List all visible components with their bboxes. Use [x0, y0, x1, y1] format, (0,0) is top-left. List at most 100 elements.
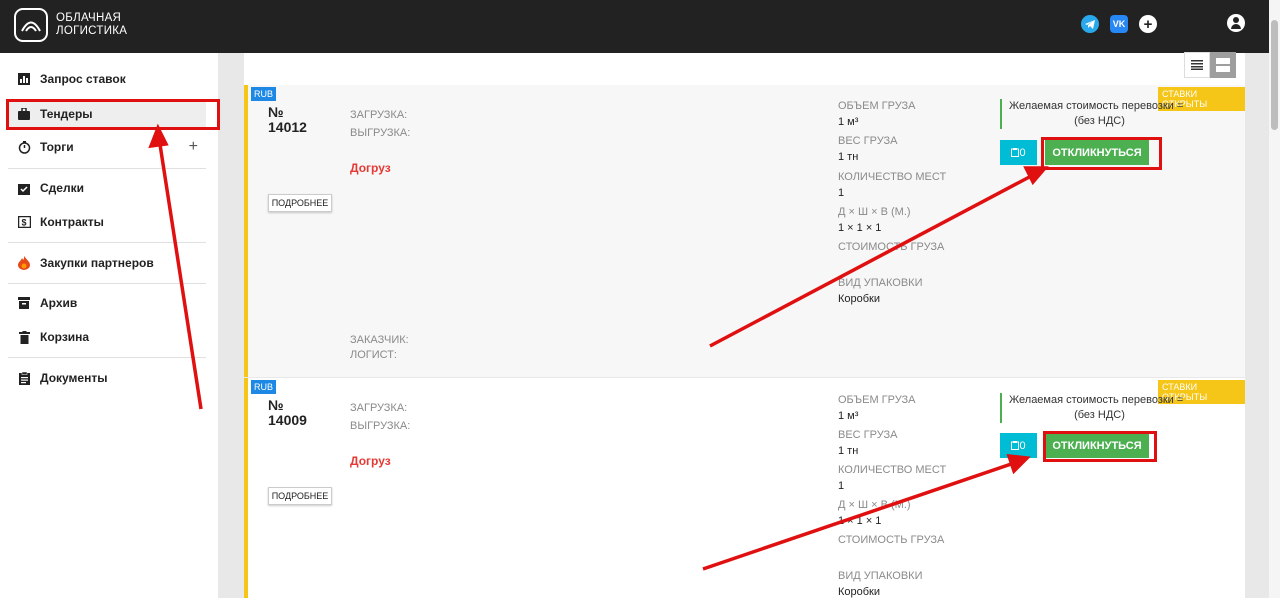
cost-label: СТОИМОСТЬ ГРУЗА	[838, 241, 945, 253]
dimensions-value: 1 × 1 × 1	[838, 515, 882, 527]
volume-label: ОБЪЕМ ГРУЗА	[838, 100, 916, 112]
weight-label: ВЕС ГРУЗА	[838, 135, 898, 147]
desired-price-label: Желаемая стоимость перевозки =	[1009, 100, 1184, 112]
currency-badge: RUB	[251, 380, 277, 394]
packaging-label: ВИД УПАКОВКИ	[838, 277, 923, 289]
tender-number: № 14012	[268, 105, 307, 135]
sidebar-item-label: Сделки	[40, 181, 84, 195]
dimensions-label: Д × Ш × В (М.)	[838, 499, 911, 511]
weight-value: 1 тн	[838, 445, 859, 457]
currency-badge: RUB	[251, 87, 277, 101]
number-value: 14009	[268, 412, 307, 428]
annotation-highlight	[6, 99, 220, 130]
desired-price: Желаемая стоимость перевозки = (без НДС)	[1000, 99, 1190, 129]
sidebar-item-rate-requests[interactable]: Запрос ставок	[8, 64, 206, 94]
places-value: 1	[838, 480, 845, 492]
sidebar-item-auctions[interactable]: Торги +	[8, 132, 206, 162]
trash-icon	[17, 330, 31, 344]
details-button[interactable]: ПОДРОБНЕЕ	[268, 194, 332, 212]
details-button[interactable]: ПОДРОБНЕЕ	[268, 487, 332, 505]
weight-label: ВЕС ГРУЗА	[838, 429, 898, 441]
user-account-icon[interactable]	[1227, 14, 1245, 32]
plus-icon[interactable]: +	[1139, 15, 1157, 33]
sidebar-divider	[8, 357, 206, 358]
desired-price: Желаемая стоимость перевозки = (без НДС)	[1000, 393, 1190, 423]
desired-price-label: Желаемая стоимость перевозки =	[1009, 394, 1184, 406]
desired-price-vat: (без НДС)	[1074, 409, 1125, 421]
packaging-value: Коробки	[838, 293, 881, 305]
sidebar-item-trash[interactable]: Корзина	[8, 322, 206, 352]
sidebar-item-archive[interactable]: Архив	[8, 288, 206, 318]
sidebar-item-label: Запрос ставок	[40, 72, 126, 86]
sidebar-item-label: Архив	[40, 296, 78, 310]
annotation-highlight	[1043, 431, 1157, 462]
places-label: КОЛИЧЕСТВО МЕСТ	[838, 171, 947, 183]
sidebar-divider	[8, 242, 206, 243]
document-icon	[17, 371, 31, 385]
sidebar-divider	[8, 283, 206, 284]
logist-label: ЛОГИСТ:	[350, 349, 397, 361]
fire-icon	[17, 256, 31, 270]
annotation-highlight	[1041, 137, 1162, 170]
sidebar: Запрос ставок Тендеры Торги + Сделки $ К…	[0, 53, 218, 598]
volume-value: 1 м³	[838, 410, 859, 422]
telegram-icon[interactable]	[1081, 15, 1099, 33]
number-prefix: №	[268, 104, 284, 120]
bar-chart-icon	[17, 72, 31, 86]
dollar-doc-icon: $	[17, 215, 31, 229]
packaging-value: Коробки	[838, 586, 881, 598]
scrollbar-thumb[interactable]	[1271, 20, 1278, 130]
consolidated-cargo-label: Догруз	[350, 161, 391, 175]
unloading-label: ВЫГРУЗКА:	[350, 420, 411, 432]
archive-icon	[17, 296, 31, 310]
number-value: 14012	[268, 119, 307, 135]
clipboard-icon	[1011, 148, 1020, 157]
responses-count-button[interactable]: 0	[1000, 140, 1037, 165]
sidebar-item-label: Документы	[40, 371, 108, 385]
number-prefix: №	[268, 397, 284, 413]
volume-label: ОБЪЕМ ГРУЗА	[838, 394, 916, 406]
consolidated-cargo-label: Догруз	[350, 454, 391, 468]
top-header: ОБЛАЧНАЯ ЛОГИСТИКА VK +	[0, 0, 1280, 53]
sidebar-item-deals[interactable]: Сделки	[8, 173, 206, 203]
places-label: КОЛИЧЕСТВО МЕСТ	[838, 464, 947, 476]
places-value: 1	[838, 187, 845, 199]
list-view-icon[interactable]	[1184, 52, 1210, 78]
logo-text[interactable]: ОБЛАЧНАЯ ЛОГИСТИКА	[56, 12, 127, 37]
responses-count: 0	[1019, 439, 1026, 452]
view-toggle	[1184, 52, 1237, 78]
desired-price-vat: (без НДС)	[1074, 115, 1125, 127]
card-view-icon[interactable]	[1210, 52, 1236, 78]
customer-label: ЗАКАЗЧИК:	[350, 334, 409, 346]
weight-value: 1 тн	[838, 151, 859, 163]
volume-value: 1 м³	[838, 116, 859, 128]
add-auction-plus-icon[interactable]: +	[189, 138, 198, 156]
packaging-label: ВИД УПАКОВКИ	[838, 570, 923, 582]
responses-count: 0	[1019, 146, 1026, 159]
sidebar-item-label: Торги	[40, 140, 74, 154]
dimensions-label: Д × Ш × В (М.)	[838, 206, 911, 218]
tender-card: RUB № 14012 ПОДРОБНЕЕ ЗАГРУЗКА: ВЫГРУЗКА…	[244, 85, 1245, 377]
loading-label: ЗАГРУЗКА:	[350, 402, 408, 414]
cost-label: СТОИМОСТЬ ГРУЗА	[838, 534, 945, 546]
unloading-label: ВЫГРУЗКА:	[350, 127, 411, 139]
clipboard-check-icon	[17, 181, 31, 195]
list-toolbar	[244, 53, 1245, 85]
sidebar-divider	[8, 168, 206, 169]
logo-line-2: ЛОГИСТИКА	[56, 24, 128, 37]
responses-count-button[interactable]: 0	[1000, 433, 1037, 458]
logo-icon[interactable]	[14, 8, 48, 42]
svg-text:$: $	[21, 218, 26, 228]
sidebar-item-partner-purchases[interactable]: Закупки партнеров	[8, 248, 206, 278]
logo-line-1: ОБЛАЧНАЯ	[56, 12, 122, 24]
tender-number: № 14009	[268, 398, 307, 428]
loading-label: ЗАГРУЗКА:	[350, 109, 408, 121]
sidebar-item-contracts[interactable]: $ Контракты	[8, 207, 206, 237]
sidebar-item-documents[interactable]: Документы	[8, 363, 206, 393]
sidebar-item-label: Закупки партнеров	[40, 256, 154, 270]
sidebar-item-label: Контракты	[40, 215, 104, 229]
vk-icon[interactable]: VK	[1110, 15, 1128, 33]
tender-card: RUB № 14009 ПОДРОБНЕЕ ЗАГРУЗКА: ВЫГРУЗКА…	[244, 378, 1245, 598]
sidebar-item-label: Корзина	[40, 330, 90, 344]
timer-icon	[17, 140, 31, 154]
